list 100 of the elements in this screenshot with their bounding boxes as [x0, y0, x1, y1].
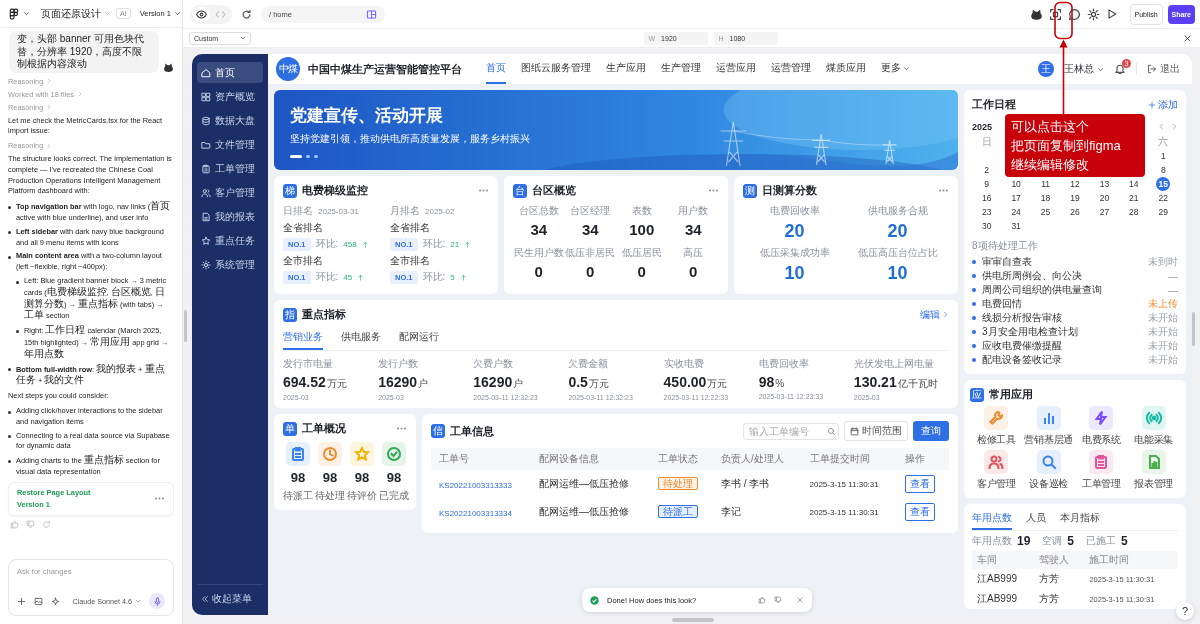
- calendar-day[interactable]: 23: [979, 205, 994, 219]
- calendar-day[interactable]: 26: [1068, 205, 1082, 219]
- nav-tab[interactable]: 图纸云服务管理: [521, 54, 591, 84]
- nav-tab[interactable]: 首页: [486, 54, 506, 84]
- calendar-day[interactable]: 17: [1009, 191, 1024, 205]
- calendar-day[interactable]: 2: [979, 163, 994, 177]
- sidebar-item[interactable]: 系统管理: [197, 254, 263, 275]
- chevron-left-icon[interactable]: [1158, 123, 1165, 130]
- order-link[interactable]: KS20221003313333: [439, 480, 512, 490]
- app-shortcut[interactable]: 电费系统: [1075, 406, 1128, 447]
- search-field[interactable]: 输入工单编号: [743, 422, 839, 440]
- sidebar-item[interactable]: 数据大盘: [197, 110, 263, 131]
- task-title[interactable]: 线损分析报告审核: [982, 311, 1062, 325]
- plus-icon[interactable]: [17, 596, 26, 606]
- calendar-day[interactable]: 10: [1009, 177, 1024, 191]
- eye-mode-button[interactable]: [193, 6, 210, 22]
- task-title[interactable]: 供电所周例会、向公决: [982, 269, 1082, 283]
- retry-icon[interactable]: [42, 519, 51, 529]
- tab[interactable]: 本月指标: [1060, 509, 1100, 530]
- task-title[interactable]: 审审自查表: [982, 255, 1032, 269]
- date-range-button[interactable]: 时间范围: [844, 421, 908, 441]
- tab[interactable]: 人员: [1026, 509, 1046, 530]
- tab[interactable]: 年用点数: [972, 509, 1012, 530]
- bell-icon[interactable]: [1114, 63, 1126, 75]
- user-menu[interactable]: 王林总: [1064, 62, 1104, 76]
- calendar-day[interactable]: 28: [1126, 205, 1141, 219]
- task-title[interactable]: 周周公司组织的供电量查询: [982, 283, 1102, 297]
- calendar-day[interactable]: 29: [1156, 205, 1171, 219]
- nav-tab[interactable]: 煤质应用: [826, 54, 866, 84]
- sidebar-item[interactable]: 重点任务: [197, 230, 263, 251]
- calendar-day[interactable]: 21: [1126, 191, 1141, 205]
- project-select[interactable]: 页面还原设计: [41, 6, 111, 21]
- view-button[interactable]: 查看: [905, 503, 936, 521]
- nav-tab[interactable]: 运营应用: [716, 54, 756, 84]
- calendar-day[interactable]: 24: [1009, 205, 1024, 219]
- calendar-day[interactable]: 8: [1156, 163, 1171, 177]
- calendar-day[interactable]: 16: [979, 191, 994, 205]
- calendar-day[interactable]: 12: [1068, 177, 1082, 191]
- calendar-day[interactable]: 27: [1097, 205, 1112, 219]
- nav-tab[interactable]: 生产管理: [661, 54, 701, 84]
- microphone-button[interactable]: [149, 593, 165, 609]
- cat-icon[interactable]: [1029, 7, 1043, 21]
- tab[interactable]: 营销业务: [283, 328, 323, 350]
- refresh-icon[interactable]: [241, 8, 252, 20]
- sidebar-item[interactable]: 我的报表: [197, 206, 263, 227]
- app-shortcut[interactable]: 营销基层通: [1022, 406, 1075, 447]
- chevron-right-icon[interactable]: [1171, 123, 1178, 130]
- edit-link[interactable]: 编辑: [920, 307, 949, 322]
- calendar-day[interactable]: 25: [1038, 205, 1053, 219]
- app-shortcut[interactable]: 电能采集: [1127, 406, 1180, 447]
- thumbs-down-icon[interactable]: [774, 596, 782, 604]
- sparkle-icon[interactable]: [51, 596, 60, 606]
- logout-button[interactable]: 退出: [1147, 62, 1180, 76]
- calendar-day[interactable]: 9: [979, 177, 994, 191]
- calendar-day[interactable]: 13: [1097, 177, 1112, 191]
- collapse-menu-button[interactable]: 收起菜单: [197, 584, 263, 607]
- nav-tab[interactable]: 生产应用: [606, 54, 646, 84]
- calendar-day[interactable]: 19: [1068, 191, 1082, 205]
- comment-icon[interactable]: [1067, 7, 1081, 21]
- query-button[interactable]: 查询: [913, 421, 949, 441]
- thumbs-up-icon[interactable]: [758, 596, 766, 604]
- tab[interactable]: 配网运行: [399, 328, 439, 350]
- app-shortcut[interactable]: 检修工具: [970, 406, 1023, 447]
- task-title[interactable]: 电费回情: [982, 297, 1022, 311]
- image-icon[interactable]: [34, 596, 43, 606]
- app-shortcut[interactable]: 报表管理: [1127, 450, 1180, 491]
- thumbs-down-icon[interactable]: [26, 519, 35, 529]
- order-link[interactable]: KS20221003313334: [439, 508, 512, 518]
- sidebar-item[interactable]: 资产概览: [197, 86, 263, 107]
- calendar-day[interactable]: 14: [1126, 177, 1141, 191]
- calendar-day[interactable]: 30: [979, 219, 994, 233]
- add-link[interactable]: 添加: [1148, 97, 1178, 112]
- sidebar-item[interactable]: 首页: [197, 62, 263, 83]
- close-icon[interactable]: [1183, 33, 1192, 43]
- task-title[interactable]: 应收电费催缴提醒: [982, 339, 1062, 353]
- frame-select-icon[interactable]: [1048, 7, 1062, 21]
- calendar-day[interactable]: 18: [1038, 191, 1053, 205]
- calendar-day[interactable]: 11: [1038, 177, 1053, 191]
- nav-tab[interactable]: 更多: [881, 54, 910, 84]
- thumbs-up-icon[interactable]: [10, 519, 19, 529]
- app-shortcut[interactable]: 设备巡检: [1022, 450, 1075, 491]
- settings-icon[interactable]: [1086, 7, 1100, 21]
- resize-handle[interactable]: [672, 618, 714, 622]
- calendar-day[interactable]: 15: [1156, 177, 1171, 191]
- nav-tab[interactable]: 运营管理: [771, 54, 811, 84]
- app-shortcut[interactable]: 客户管理: [970, 450, 1023, 491]
- play-icon[interactable]: [1105, 8, 1118, 20]
- task-title[interactable]: 配电设备签收记录: [982, 353, 1062, 367]
- calendar-day[interactable]: 1: [1156, 149, 1171, 163]
- view-button[interactable]: 查看: [905, 475, 936, 493]
- app-shortcut[interactable]: 工单管理: [1075, 450, 1128, 491]
- calendar-day[interactable]: 22: [1156, 191, 1171, 205]
- tab[interactable]: 供电服务: [341, 328, 381, 350]
- sidebar-item[interactable]: 客户管理: [197, 182, 263, 203]
- sidebar-item[interactable]: 文件管理: [197, 134, 263, 155]
- task-title[interactable]: 3月安全用电检查计划: [982, 325, 1078, 339]
- calendar-day[interactable]: 31: [1009, 219, 1024, 233]
- calendar-day[interactable]: 20: [1097, 191, 1112, 205]
- app-menu-button[interactable]: [8, 7, 30, 20]
- sidebar-item[interactable]: 工单管理: [197, 158, 263, 179]
